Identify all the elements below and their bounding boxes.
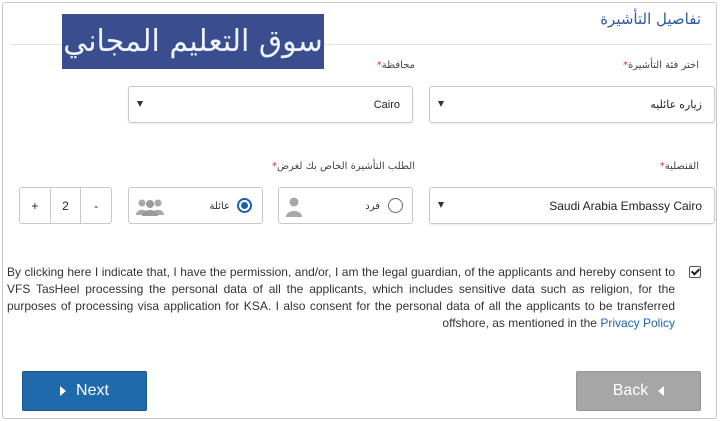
consent-body: By clicking here I indicate that, I have… — [7, 265, 675, 330]
visa-category-select[interactable]: زياره عائليه — [429, 86, 715, 123]
visa-category-label-text: اختر فئة التأشيرة — [627, 60, 699, 71]
consulate-select[interactable]: Saudi Arabia Embassy Cairo — [429, 187, 715, 224]
caret-left-icon — [658, 386, 665, 396]
request-type-individual-option[interactable]: فرد — [278, 187, 413, 224]
family-radio[interactable] — [237, 198, 252, 213]
governorate-label-text: محافظة — [381, 60, 415, 71]
applicants-count-value[interactable]: 2 — [49, 188, 81, 223]
visa-category-value: زياره عائليه — [650, 99, 702, 111]
governorate-select[interactable]: Cairo — [128, 86, 413, 123]
consulate-label-text: القنصلية — [664, 161, 699, 172]
back-button[interactable]: Back — [576, 371, 701, 411]
request-type-family-option[interactable]: عائلة — [128, 187, 263, 224]
consulate-label: القنصلية* — [657, 161, 699, 172]
caret-down-icon — [137, 101, 143, 107]
back-button-label: Back — [612, 382, 649, 399]
caret-down-icon — [438, 202, 444, 208]
caret-down-icon — [438, 101, 444, 107]
request-type-label-text: الطلب التأشيرة الخاص بك لغرض — [276, 161, 415, 172]
person-icon — [286, 197, 302, 217]
governorate-value: Cairo — [373, 99, 400, 111]
consulate-value: Saudi Arabia Embassy Cairo — [549, 199, 702, 213]
consent-text: By clicking here I indicate that, I have… — [7, 264, 675, 332]
watermark-logo: سوق التعليم المجاني — [62, 14, 324, 69]
increment-button[interactable]: + — [20, 188, 50, 223]
privacy-policy-link[interactable]: Privacy Policy — [600, 316, 675, 330]
governorate-label: محافظة* — [374, 60, 415, 71]
next-button[interactable]: Next — [22, 371, 147, 411]
individual-radio[interactable] — [388, 198, 403, 213]
applicants-count-stepper: + 2 - — [19, 187, 112, 224]
request-type-label: الطلب التأشيرة الخاص بك لغرض* — [269, 161, 415, 172]
group-icon — [136, 199, 164, 216]
decrement-button[interactable]: - — [80, 188, 111, 223]
caret-right-icon — [60, 386, 67, 396]
family-label: عائلة — [209, 201, 230, 212]
individual-label: فرد — [365, 201, 380, 212]
visa-category-label: اختر فئة التأشيرة* — [620, 60, 699, 71]
consent-checkbox[interactable] — [689, 266, 701, 278]
page-title: تفاصيل التأشيرة — [600, 10, 701, 28]
next-button-label: Next — [76, 382, 109, 399]
